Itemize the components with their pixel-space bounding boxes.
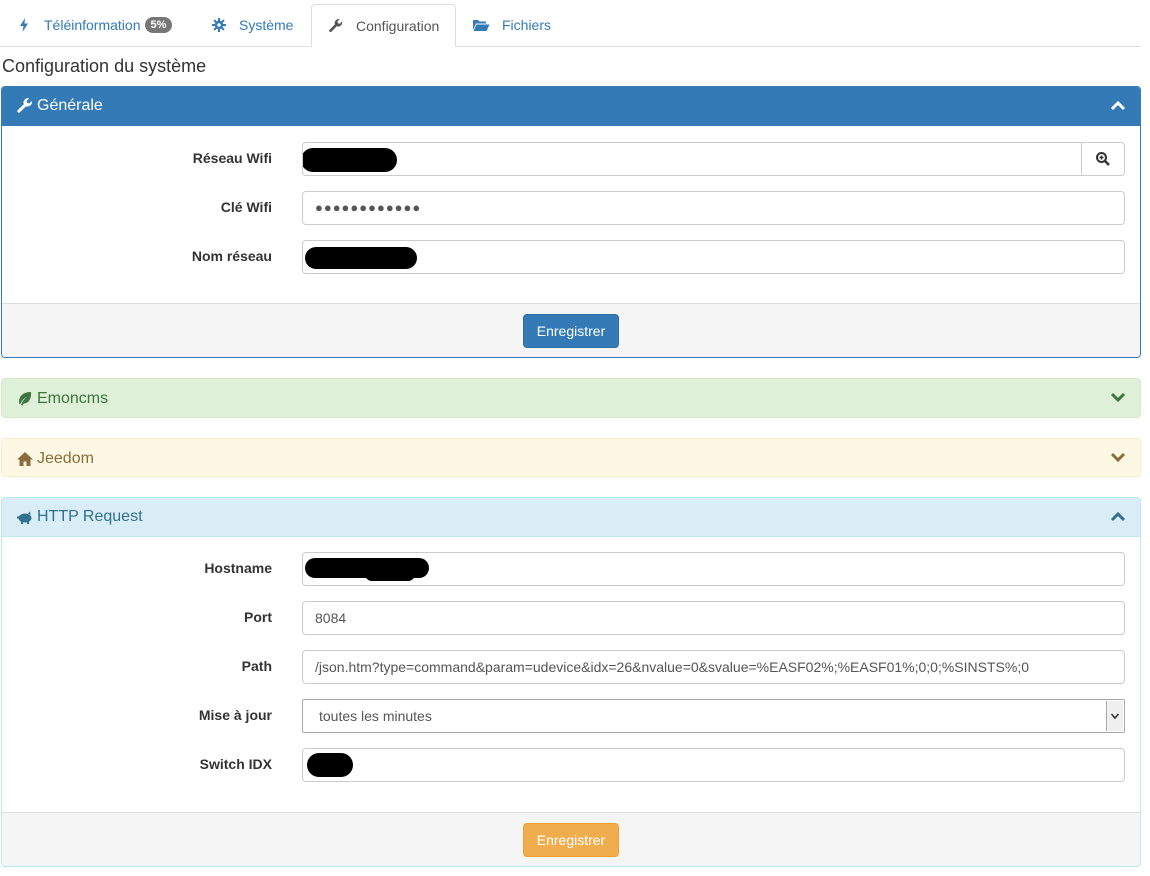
switch-idx-label: Switch IDX xyxy=(199,756,272,772)
path-label: Path xyxy=(241,658,272,674)
tab-label: Fichiers xyxy=(502,16,552,33)
selected-option: toutes les minutes xyxy=(319,708,432,724)
tab-label: Configuration xyxy=(356,17,440,34)
hostname-input[interactable] xyxy=(302,552,1125,586)
panel-title: Jeedom xyxy=(37,449,94,467)
wifi-ssid-input[interactable] xyxy=(302,142,1082,176)
page-title: Configuration du système xyxy=(2,56,207,76)
hostname-row: Hostname xyxy=(2,552,1140,586)
folder-open-icon xyxy=(473,19,490,31)
panel-title: Générale xyxy=(37,97,103,114)
wifi-key-label: Clé Wifi xyxy=(220,199,272,215)
home-icon xyxy=(17,451,33,466)
netname-label: Nom réseau xyxy=(191,248,272,264)
wrench-icon xyxy=(329,18,343,32)
wrench-icon xyxy=(17,98,32,113)
path-row: Path /json.htm?type=command&param=udevic… xyxy=(2,650,1140,684)
tab-fichiers[interactable]: Fichiers xyxy=(456,4,576,45)
save-general-button[interactable]: Enregistrer xyxy=(523,314,619,348)
dropdown-arrow[interactable] xyxy=(1106,701,1123,731)
tab-label: Téléinformation xyxy=(44,16,141,33)
chevron-up-icon[interactable] xyxy=(1110,98,1126,114)
panel-title: HTTP Request xyxy=(37,508,143,525)
hostname-label: Hostname xyxy=(204,560,272,576)
chevron-down-icon xyxy=(1110,713,1120,720)
progress-badge: 5% xyxy=(144,16,173,33)
wifi-scan-button[interactable] xyxy=(1081,142,1125,176)
tab-configuration[interactable]: Configuration xyxy=(311,4,456,47)
emoncms-panel: Emoncms xyxy=(1,378,1141,418)
port-input[interactable]: 8084 xyxy=(302,601,1125,635)
switch-idx-row: Switch IDX xyxy=(2,748,1140,782)
jeedom-panel-header[interactable]: Jeedom xyxy=(2,439,1140,476)
netname-input[interactable] xyxy=(302,240,1125,274)
panel-title: Emoncms xyxy=(37,389,109,407)
update-row: Mise à jour toutes les minutes xyxy=(2,699,1140,733)
tab-teleinformation[interactable]: Téléinformation 5% xyxy=(0,4,195,45)
general-panel: Générale Réseau Wifi Clé Wifi ●●●●●●●●●●… xyxy=(1,86,1141,358)
port-label: Port xyxy=(244,609,272,625)
wifi-key-input[interactable]: ●●●●●●●●●●●● xyxy=(302,191,1125,225)
redacted-value xyxy=(365,567,415,581)
save-http-button[interactable]: Enregistrer xyxy=(523,823,619,857)
tab-bar: Téléinformation 5% Système Configuration… xyxy=(0,4,1141,47)
port-row: Port 8084 xyxy=(2,601,1140,635)
update-frequency-select[interactable]: toutes les minutes xyxy=(302,699,1125,733)
wifi-key-row: Clé Wifi ●●●●●●●●●●●● xyxy=(2,191,1140,225)
gear-icon xyxy=(212,17,226,32)
update-label: Mise à jour xyxy=(198,707,272,723)
piggy-bank-icon xyxy=(17,511,32,524)
bolt-icon xyxy=(20,17,28,32)
http-panel-footer: Enregistrer xyxy=(2,812,1140,866)
path-input[interactable]: /json.htm?type=command&param=udevice&idx… xyxy=(302,650,1125,684)
netname-row: Nom réseau xyxy=(2,240,1140,274)
redacted-value xyxy=(305,247,417,269)
http-panel: HTTP Request Hostname Port 8084 Path /js… xyxy=(1,497,1141,867)
leaf-icon xyxy=(19,391,32,405)
tab-systeme[interactable]: Système xyxy=(195,4,311,45)
wifi-row: Réseau Wifi xyxy=(2,142,1140,176)
tab-label: Système xyxy=(239,16,294,33)
chevron-down-icon[interactable] xyxy=(1110,449,1126,465)
wifi-label: Réseau Wifi xyxy=(192,150,272,166)
redacted-value xyxy=(307,753,353,777)
switch-idx-input[interactable] xyxy=(302,748,1125,782)
chevron-down-icon[interactable] xyxy=(1110,389,1126,405)
redacted-value xyxy=(303,148,397,172)
emoncms-panel-header[interactable]: Emoncms xyxy=(2,379,1140,417)
general-panel-header[interactable]: Générale xyxy=(2,87,1140,126)
jeedom-panel: Jeedom xyxy=(1,438,1141,477)
zoom-in-icon xyxy=(1096,152,1110,166)
http-panel-header[interactable]: HTTP Request xyxy=(2,498,1140,537)
general-panel-footer: Enregistrer xyxy=(2,303,1140,357)
chevron-up-icon[interactable] xyxy=(1110,509,1126,525)
